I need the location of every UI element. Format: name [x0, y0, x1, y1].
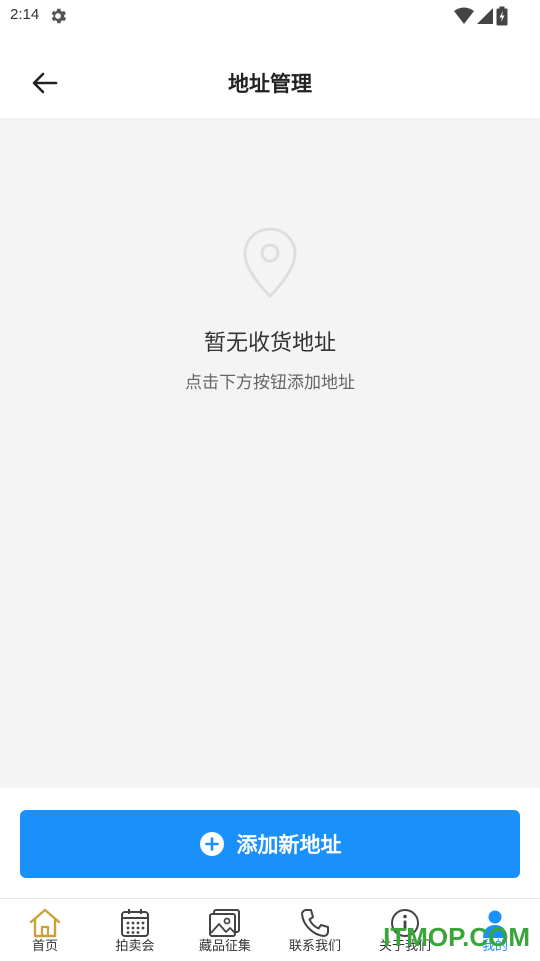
nav-item-home[interactable]: 首页	[0, 899, 90, 961]
bottom-nav: 首页 拍卖会 藏品征集 联系我们 关于我们 我的	[0, 898, 540, 961]
gear-icon	[51, 8, 67, 24]
status-bar: 2:14	[0, 0, 540, 32]
nav-label-collection: 藏品征集	[198, 939, 251, 954]
add-address-area: 添加新地址	[0, 788, 540, 898]
status-icons	[454, 6, 508, 26]
nav-item-auction[interactable]: 拍卖会	[90, 899, 180, 961]
location-pin-icon	[243, 227, 297, 299]
plus-circle-icon	[199, 831, 225, 857]
page-title: 地址管理	[228, 72, 312, 96]
empty-state-hint: 点击下方按钮添加地址	[185, 373, 355, 393]
info-icon	[388, 907, 422, 939]
nav-item-contact[interactable]: 联系我们	[270, 899, 360, 961]
phone-icon	[298, 907, 332, 939]
home-icon	[28, 907, 62, 939]
address-list-area: 暂无收货地址 点击下方按钮添加地址	[0, 118, 540, 788]
nav-item-mine[interactable]: 我的	[450, 899, 540, 961]
wifi-icon	[454, 7, 474, 24]
nav-label-contact: 联系我们	[288, 939, 341, 954]
add-address-label: 添加新地址	[236, 833, 342, 857]
add-address-button[interactable]: 添加新地址	[20, 810, 520, 878]
nav-label-mine: 我的	[481, 939, 508, 954]
battery-icon	[496, 6, 508, 26]
nav-label-home: 首页	[31, 939, 58, 954]
calendar-icon	[118, 907, 152, 939]
empty-state-title: 暂无收货地址	[203, 331, 336, 356]
nav-item-collection[interactable]: 藏品征集	[180, 899, 270, 961]
signal-icon	[477, 8, 493, 24]
nav-label-about: 关于我们	[378, 939, 431, 954]
image-icon	[208, 907, 242, 939]
user-icon	[478, 907, 512, 939]
app-header: 地址管理	[0, 32, 540, 118]
nav-item-about[interactable]: 关于我们	[360, 899, 450, 961]
nav-label-auction: 拍卖会	[115, 939, 155, 954]
status-time: 2:14	[10, 6, 40, 23]
